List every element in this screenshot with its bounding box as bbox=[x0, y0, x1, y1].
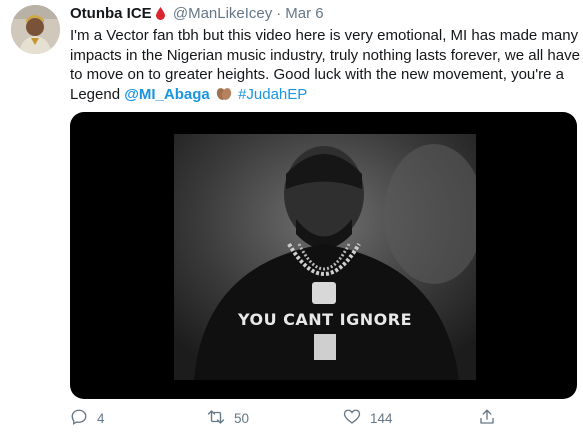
author-handle[interactable]: @ManLikeIcey bbox=[173, 5, 272, 22]
retweet-count: 50 bbox=[234, 410, 250, 426]
like-button[interactable]: 144 bbox=[343, 406, 393, 430]
video-player[interactable]: YOU CANT IGNORE bbox=[70, 112, 577, 399]
hashtag-link[interactable]: #JudahEP bbox=[238, 86, 307, 103]
author-name[interactable]: Otunba ICE bbox=[70, 5, 152, 22]
tweet-header: Otunba ICE @ManLikeIcey · Mar 6 bbox=[70, 4, 324, 24]
mention-link[interactable]: @MI_Abaga bbox=[124, 86, 209, 103]
retweet-button[interactable]: 50 bbox=[207, 406, 249, 430]
share-icon bbox=[478, 408, 496, 429]
tweet-text: I'm a Vector fan tbh but this video here… bbox=[70, 26, 580, 107]
tweet-date[interactable]: Mar 6 bbox=[285, 5, 323, 22]
like-count: 144 bbox=[370, 410, 393, 426]
reply-count: 4 bbox=[97, 410, 105, 426]
video-frame: YOU CANT IGNORE bbox=[174, 134, 476, 380]
retweet-icon bbox=[207, 408, 225, 429]
blood-drop-icon bbox=[155, 6, 165, 26]
video-person-image bbox=[174, 134, 476, 380]
tweet-actions: 4 50 144 bbox=[70, 406, 577, 430]
separator: · bbox=[276, 5, 282, 22]
shirt-text: YOU CANT IGNORE bbox=[237, 310, 412, 329]
avatar[interactable] bbox=[11, 5, 60, 54]
reply-icon bbox=[70, 408, 88, 429]
share-button[interactable] bbox=[478, 406, 496, 430]
reply-button[interactable]: 4 bbox=[70, 406, 105, 430]
clapping-hands-emoji-icon bbox=[216, 86, 232, 107]
avatar-image bbox=[11, 5, 60, 54]
heart-icon bbox=[343, 408, 361, 429]
